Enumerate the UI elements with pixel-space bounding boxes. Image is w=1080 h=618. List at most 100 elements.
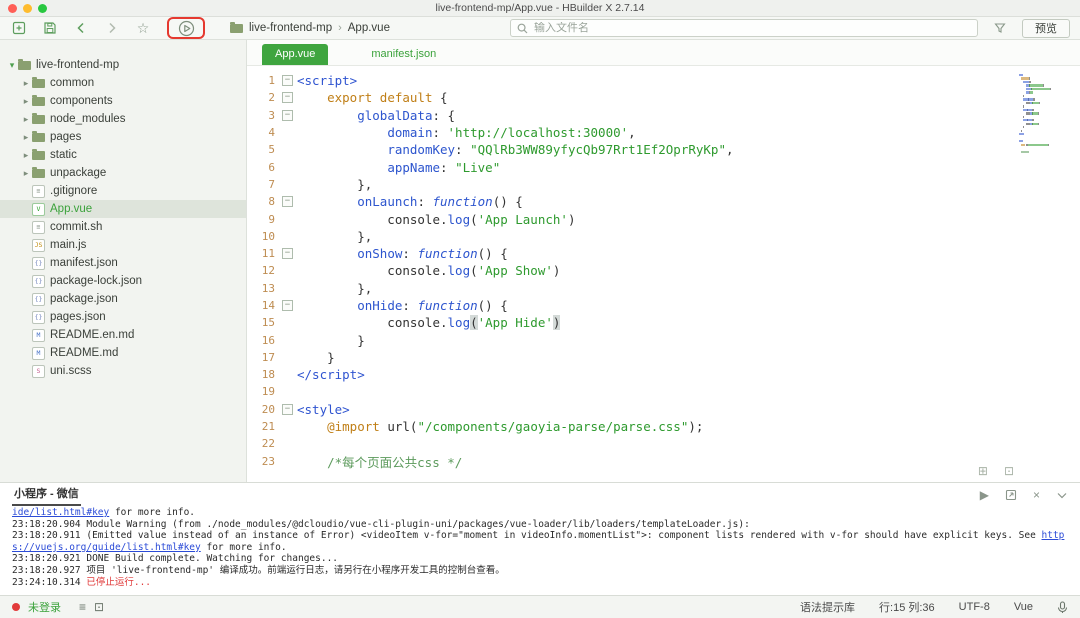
run-log-icon[interactable]: ▶ [980,488,989,502]
traffic-lights [8,4,47,13]
scss-file-icon: S [32,365,45,378]
expand-arrow-icon[interactable]: ▸ [20,78,32,89]
log-line: 23:18:20.911 (Emitted value instead of a… [12,530,1068,553]
minimap[interactable] [1019,74,1075,154]
editor-tab-manifest.json[interactable]: manifest.json [358,44,449,65]
code-line[interactable]: 16 } [247,331,1016,348]
run-icon[interactable] [177,20,195,36]
expand-arrow-icon[interactable]: ▸ [20,114,32,125]
collapse-arrow-icon[interactable]: ▾ [6,60,18,71]
console-log[interactable]: ide/list.html#key for more info.23:18:20… [0,506,1080,595]
tree-item-pages.json[interactable]: {}pages.json [0,308,246,326]
tree-item-README.md[interactable]: MREADME.md [0,344,246,362]
code-line[interactable]: 12 console.log('App Show') [247,262,1016,279]
code-line[interactable]: 10 }, [247,228,1016,245]
log-line: 23:18:20.904 Module Warning (from ./node… [12,519,1068,531]
tree-item-README.en.md[interactable]: MREADME.en.md [0,326,246,344]
tree-item-package-lock.json[interactable]: {}package-lock.json [0,272,246,290]
code-line[interactable]: 23 /*每个页面公共css */ [247,453,1016,470]
expand-arrow-icon[interactable]: ▸ [20,150,32,161]
fold-marker-icon[interactable]: − [282,196,293,207]
tree-item-label: package.json [50,293,118,305]
code-line[interactable]: 8− onLaunch: function() { [247,193,1016,210]
fold-marker-icon[interactable]: − [282,92,293,103]
breadcrumb-project[interactable]: live-frontend-mp [249,22,332,34]
minimize-window-icon[interactable] [23,4,32,13]
favorite-star-icon[interactable]: ☆ [134,20,152,36]
code-line[interactable]: 9 console.log('App Launch') [247,210,1016,227]
console-tab-weixin[interactable]: 小程序 - 微信 [12,483,81,506]
fold-marker-icon[interactable]: − [282,248,293,259]
fold-marker-icon[interactable]: − [282,75,293,86]
tree-item-App.vue[interactable]: VApp.vue [0,200,246,218]
tree-item-static[interactable]: ▸static [0,146,246,164]
voice-input-icon[interactable] [1057,601,1068,614]
code-line[interactable]: 2− export default { [247,89,1016,106]
outline-list-icon[interactable]: ≡ [79,600,86,614]
file-search-box[interactable] [510,19,978,37]
file-encoding[interactable]: UTF-8 [959,601,990,613]
code-line[interactable]: 14− onHide: function() { [247,297,1016,314]
code-line[interactable]: 22 [247,435,1016,452]
tree-item-node_modules[interactable]: ▸node_modules [0,110,246,128]
expand-arrow-icon[interactable]: ▸ [20,96,32,107]
fold-marker-icon[interactable]: − [282,404,293,415]
filter-funnel-icon[interactable] [991,20,1009,36]
clear-log-icon[interactable]: × [1033,488,1040,502]
code-line[interactable]: 21 @import url("/components/gaoyia-parse… [247,418,1016,435]
code-line[interactable]: 13 }, [247,280,1016,297]
file-language[interactable]: Vue [1014,601,1033,613]
new-file-icon[interactable] [10,20,28,36]
editor-tab-App.vue[interactable]: App.vue [262,44,328,65]
search-input[interactable] [534,22,971,34]
tree-item-package.json[interactable]: {}package.json [0,290,246,308]
maximize-window-icon[interactable] [38,4,47,13]
fold-marker-icon[interactable]: − [282,110,293,121]
code-line[interactable]: 3− globalData: { [247,107,1016,124]
code-line[interactable]: 19 [247,383,1016,400]
tree-item-commit.sh[interactable]: ≡commit.sh [0,218,246,236]
code-line[interactable]: 7 }, [247,176,1016,193]
preview-button[interactable]: 预览 [1022,19,1070,38]
login-status[interactable]: 未登录 [28,599,61,615]
open-external-icon[interactable] [1005,489,1017,501]
split-editor-icon[interactable]: ⊞ [978,464,988,478]
code-line[interactable]: 20−<style> [247,401,1016,418]
code-line[interactable]: 15 console.log('App Hide') [247,314,1016,331]
forward-icon[interactable] [103,20,121,36]
code-line[interactable]: 17 } [247,349,1016,366]
expand-arrow-icon[interactable]: ▸ [20,168,32,179]
code-view[interactable]: 1−<script>2− export default {3− globalDa… [247,66,1080,482]
tree-item-main.js[interactable]: JSmain.js [0,236,246,254]
outline-icon[interactable]: ⊡ [1004,464,1014,478]
line-number: 22 [247,437,275,450]
tree-item-live-frontend-mp[interactable]: ▾live-frontend-mp [0,56,246,74]
back-icon[interactable] [72,20,90,36]
tree-item-pages[interactable]: ▸pages [0,128,246,146]
tree-item-.gitignore[interactable]: ≡.gitignore [0,182,246,200]
save-icon[interactable] [41,20,59,36]
line-number: 11 [247,247,275,260]
tree-item-uni.scss[interactable]: Suni.scss [0,362,246,380]
tree-item-unpackage[interactable]: ▸unpackage [0,164,246,182]
close-window-icon[interactable] [8,4,17,13]
tree-item-manifest.json[interactable]: {}manifest.json [0,254,246,272]
cursor-position[interactable]: 行:15 列:36 [879,599,935,615]
code-line[interactable]: 11− onShow: function() { [247,245,1016,262]
expand-arrow-icon[interactable]: ▸ [20,132,32,143]
log-link[interactable]: ide/list.html#key [12,507,109,518]
collapse-panel-icon[interactable] [1056,489,1068,501]
console-toggle-icon[interactable]: ⊡ [94,600,104,614]
fold-marker-icon[interactable]: − [282,300,293,311]
code-line[interactable]: 4 domain: 'http://localhost:30000', [247,124,1016,141]
toolbar: ☆ live-frontend-mp › App.vue 预览 [0,17,1080,40]
code-line[interactable]: 1−<script> [247,72,1016,89]
code-line[interactable]: 6 appName: "Live" [247,158,1016,175]
syntax-library[interactable]: 语法提示库 [800,599,855,615]
breadcrumb-file[interactable]: App.vue [348,22,390,34]
tree-item-common[interactable]: ▸common [0,74,246,92]
code-line[interactable]: 18</script> [247,366,1016,383]
code-line[interactable]: 5 randomKey: "QQlRb3WW89yfycQb97Rrt1Ef2O… [247,141,1016,158]
fold-gutter [282,438,293,449]
tree-item-components[interactable]: ▸components [0,92,246,110]
